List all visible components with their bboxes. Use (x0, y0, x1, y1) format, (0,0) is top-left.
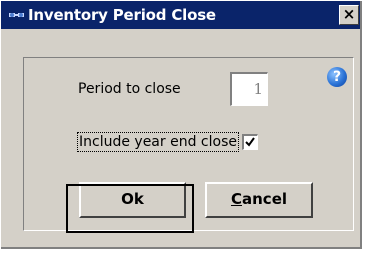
cancel-label: ancel (242, 190, 288, 208)
close-icon: × (342, 5, 356, 23)
window-title: Inventory Period Close (28, 6, 216, 24)
ok-focus-outline (66, 184, 194, 233)
year-end-checkbox[interactable] (242, 134, 258, 150)
close-button[interactable]: × (339, 5, 359, 25)
cancel-button[interactable]: Cancel (205, 182, 313, 218)
help-icon[interactable]: ? (327, 67, 347, 87)
year-end-label[interactable]: Include year end close (77, 132, 239, 152)
title-bar[interactable]: Inventory Period Close × (1, 1, 360, 29)
checkmark-icon (245, 137, 255, 147)
period-label: Period to close (78, 81, 181, 97)
period-input[interactable]: 1 (230, 72, 268, 106)
app-icon (9, 13, 24, 17)
cancel-accelerator: C (230, 190, 242, 208)
